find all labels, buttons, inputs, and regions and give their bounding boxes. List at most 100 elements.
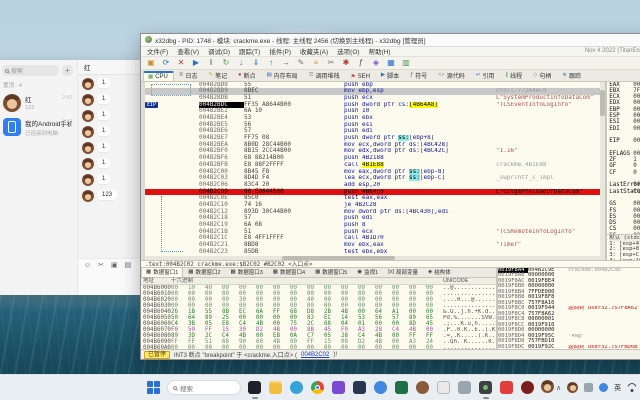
window-app[interactable]	[457, 380, 472, 395]
tab-seh[interactable]: ⚑SEH	[346, 72, 376, 81]
arguments-panel[interactable]: 默认 (stdcall) 1: [esp+4] 0019F8D42: [esp+…	[607, 234, 640, 260]
chat-input[interactable]	[78, 271, 144, 295]
tray-chevron-icon[interactable]: ∧	[556, 384, 561, 392]
register-value: 0 TF 0 IF 1	[633, 170, 640, 176]
toolbar-icon[interactable]: ≡	[311, 57, 321, 68]
toolbar-icon[interactable]: ⇓	[251, 57, 261, 68]
chat-messages: 1111111123	[78, 75, 144, 258]
add-button[interactable]: +	[62, 65, 73, 76]
image-icon[interactable]: ▣	[111, 261, 118, 269]
dump-tab[interactable]: ▦数据窗口3	[226, 268, 268, 277]
disasm-instruction: push dword ptr cs:[4B64A8]	[344, 102, 496, 109]
chrome-browser[interactable]	[310, 380, 325, 395]
taskbar-search[interactable]: 搜索	[167, 380, 241, 395]
dump-tab[interactable]: ▦数据窗口4	[268, 268, 310, 277]
dump-tab[interactable]: [x]局部变量	[383, 268, 423, 277]
tab-内存布局[interactable]: ▤内存布局	[261, 69, 303, 81]
toolbar-icon[interactable]: ◈	[371, 57, 381, 68]
menu-item[interactable]: 帮助(H)	[369, 46, 391, 56]
toolbar-icon[interactable]: ▥	[401, 57, 411, 68]
dump-tab-label: 数据窗口4	[280, 268, 305, 276]
disasm-hscrollbar[interactable]	[145, 256, 600, 260]
disasm-row[interactable]: 004B2C2385DBtest ebx,ebx	[145, 249, 600, 256]
toolbar-icon[interactable]: ✕	[176, 57, 186, 68]
disassembly-pane[interactable]: 004B2BD855push ebp004B2BD98BECmov ebp,es…	[145, 82, 600, 260]
toolbar-icon[interactable]: ↑	[266, 57, 276, 68]
toolbar-icon[interactable]: ↓	[236, 57, 246, 68]
tab-线程[interactable]: ∥线程	[500, 69, 528, 81]
photos-app[interactable]	[352, 380, 367, 395]
menu-item[interactable]: 调试(D)	[208, 46, 230, 56]
notes-app[interactable]	[436, 380, 451, 395]
dump-tab[interactable]: ▦数据窗口5	[310, 268, 352, 277]
dump-tab[interactable]: ▦数据窗口1	[141, 268, 183, 277]
dump-tab[interactable]: ◉监视1	[352, 268, 383, 277]
status-address-link[interactable]: 004B2C02	[301, 352, 329, 358]
tab-cpu[interactable]: ▦CPU	[143, 71, 174, 81]
menu-item[interactable]: 选项(O)	[337, 46, 359, 56]
tab-日志[interactable]: ≣日志	[174, 69, 204, 81]
toolbar-icon[interactable]: ✱	[341, 57, 351, 68]
toolbar-icon[interactable]: ↻	[221, 57, 231, 68]
tab-句柄[interactable]: ◇句柄	[528, 69, 557, 81]
tray-cloud-icon[interactable]	[584, 383, 593, 392]
tab-脚本[interactable]: ▶脚本	[376, 69, 405, 81]
menu-item[interactable]: 插件(P)	[269, 46, 291, 56]
menu-item[interactable]: 查看(V)	[177, 46, 199, 56]
registers-pane[interactable]: EAX0019F8D4EBX7FFDF000ECX0019F8A4EDX004B…	[607, 82, 640, 260]
menu-item[interactable]: 跟踪(T)	[239, 46, 260, 56]
brown-app[interactable]	[415, 380, 430, 395]
qq-app[interactable]	[541, 380, 556, 395]
stack-row[interactable]: 0019F8DC0019F92C返回到 user32.757FBD6B 自 ??…	[498, 345, 640, 350]
dump-tab[interactable]: ◈结构体	[423, 268, 456, 277]
dump-pane[interactable]: ▦数据窗口1▦数据窗口2▦数据窗口3▦数据窗口4▦数据窗口5◉监视1[x]局部变…	[141, 268, 496, 350]
tab-符号[interactable]: ƒ符号	[405, 69, 433, 81]
debugger-titlebar[interactable]: x32dbg - PID: 1748 - 模块: crackme.exe - 线…	[141, 34, 640, 47]
x32dbg-icon	[145, 36, 152, 43]
dump-tab[interactable]: ▦数据窗口2	[183, 268, 225, 277]
screenshot-icon[interactable]: ✂	[98, 261, 104, 269]
tab-引用[interactable]: ↩引用	[471, 69, 501, 81]
tab-跟踪[interactable]: ≋跟踪	[557, 69, 587, 81]
toolbar-icon[interactable]: ▶	[191, 57, 201, 68]
input-language-indicator[interactable]: 英	[614, 383, 621, 393]
tab-调用堆栈[interactable]: ☰调用堆栈	[304, 69, 346, 81]
toolbar-icon[interactable]: ƒ	[356, 57, 366, 68]
media-player[interactable]	[331, 380, 346, 395]
start-button[interactable]	[146, 380, 161, 395]
tab-断点[interactable]: ●断点	[233, 69, 261, 81]
edge-browser[interactable]	[289, 380, 304, 395]
tray-avatar-icon[interactable]	[567, 382, 578, 393]
toolbar-icon[interactable]: ▦	[386, 57, 396, 68]
black-app[interactable]	[247, 380, 262, 395]
file-icon[interactable]: ▤	[125, 261, 132, 269]
darkred-app[interactable]	[520, 380, 535, 395]
toolbar-icon[interactable]: ⟳	[161, 57, 171, 68]
avatar	[3, 94, 21, 112]
tab-label: 源代码	[447, 71, 465, 80]
tab-笔记[interactable]: ✎笔记	[204, 69, 234, 81]
search-input[interactable]: 搜索	[2, 65, 59, 76]
toolbar-icon[interactable]: ▣	[146, 57, 156, 68]
toolbar-icon[interactable]: ✂	[326, 57, 336, 68]
network-icon[interactable]	[627, 384, 636, 392]
disasm-vscrollbar[interactable]	[600, 82, 605, 260]
chat-message: 1	[82, 94, 140, 106]
toolbar-icon[interactable]: ✎	[296, 57, 306, 68]
toolbar-icon[interactable]: →	[281, 57, 291, 68]
conversation-item[interactable]: 红1232:42	[2, 91, 73, 115]
stack-value: 0019F92C	[528, 345, 568, 350]
emoji-icon[interactable]: ☺	[84, 262, 91, 269]
file-explorer[interactable]	[268, 380, 283, 395]
conversation-item[interactable]: 我的Android手机已连接到电脑2:42	[2, 115, 73, 140]
spreadsheet-app[interactable]	[394, 380, 409, 395]
tab-源代码[interactable]: <>源代码	[433, 69, 470, 81]
red-app[interactable]	[499, 380, 514, 395]
x32dbg-app[interactable]	[478, 380, 493, 395]
stack-pane[interactable]: 0019F8A4004B2C9Ecrackme.004B2C9E0019F8A8…	[496, 268, 640, 350]
cloud-drive[interactable]	[373, 380, 388, 395]
tray-mic-icon[interactable]	[599, 383, 608, 392]
menu-item[interactable]: 文件(F)	[147, 46, 168, 56]
toolbar-icon[interactable]: ‖	[206, 57, 216, 68]
menu-item[interactable]: 收藏夹(A)	[300, 46, 328, 56]
